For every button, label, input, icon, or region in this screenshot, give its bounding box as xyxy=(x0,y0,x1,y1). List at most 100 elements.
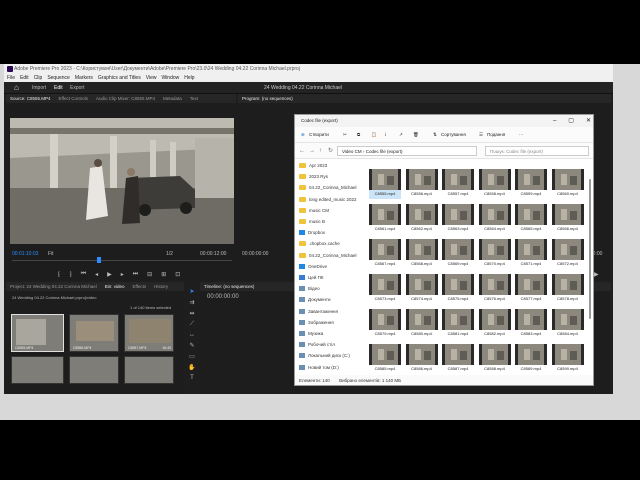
video-file-tile[interactable]: C8562.mp4 xyxy=(405,204,438,234)
overwrite-icon[interactable]: ⊞ xyxy=(161,271,166,278)
video-file-tile[interactable]: C8584.mp4 xyxy=(551,309,584,339)
tab-effect-controls[interactable]: Effect Controls xyxy=(59,94,88,103)
project-clip-thumb[interactable] xyxy=(11,356,64,384)
razor-tool-icon[interactable]: ⟋ xyxy=(190,321,194,328)
cut-icon[interactable]: ✂ xyxy=(343,132,347,138)
video-file-tile[interactable]: C8583.mp4 xyxy=(515,309,547,339)
nav-item[interactable]: music CM xyxy=(299,206,361,215)
step-forward-icon[interactable]: ▸ xyxy=(121,271,124,278)
source-quality-select[interactable]: 1/2 xyxy=(166,251,173,257)
tab-project[interactable]: Project: 24 Wedding 04.22 Corinna Michae… xyxy=(10,282,97,291)
video-file-tile[interactable]: C8590.mp4 xyxy=(551,344,584,374)
video-file-tile[interactable]: C8571.mp4 xyxy=(515,239,547,269)
video-file-tile[interactable]: C8564.mp4 xyxy=(478,204,511,234)
project-clip-thumb[interactable]: C8555.MP4 xyxy=(11,314,64,352)
nav-item[interactable]: long edited_music 2022 xyxy=(299,195,361,204)
menu-view[interactable]: View xyxy=(146,74,157,82)
ripple-edit-icon[interactable]: ⇹ xyxy=(189,310,194,317)
home-icon[interactable]: ⌂ xyxy=(14,84,22,92)
video-file-tile[interactable]: C8582.mp4 xyxy=(478,309,511,339)
new-plus-icon[interactable]: ⊕ xyxy=(301,132,305,138)
tab-timeline[interactable]: Timeline: (no sequences) xyxy=(204,282,254,291)
video-file-tile[interactable]: C8580.mp4 xyxy=(405,309,438,339)
rectangle-tool-icon[interactable]: ▭ xyxy=(189,353,195,360)
video-file-tile[interactable]: C8572.mp4 xyxy=(551,239,584,269)
menu-help[interactable]: Help xyxy=(184,74,194,82)
track-select-icon[interactable]: ⇉ xyxy=(189,299,194,306)
tab-text[interactable]: Text xyxy=(190,94,198,103)
breadcrumb-video-cm[interactable]: Video CM xyxy=(342,149,362,154)
source-time-ruler[interactable] xyxy=(12,260,232,261)
view-button[interactable]: Подання xyxy=(487,132,505,138)
video-file-tile[interactable]: C8589.mp4 xyxy=(515,344,547,374)
type-tool-icon[interactable]: T xyxy=(190,375,194,381)
share-icon[interactable]: ↗ xyxy=(399,132,403,138)
video-file-tile[interactable]: C8588.mp4 xyxy=(478,344,511,374)
video-file-tile[interactable]: C8576.mp4 xyxy=(478,274,511,304)
sort-icon[interactable]: ⇅ xyxy=(433,132,437,138)
play-icon[interactable]: ▶ xyxy=(107,271,112,278)
hand-tool-icon[interactable]: ✋ xyxy=(188,364,195,371)
nav-item[interactable]: Dropbox xyxy=(299,228,361,237)
nav-item[interactable]: 04.22_Corinna_Michael xyxy=(299,183,361,192)
tab-effects[interactable]: Effects xyxy=(132,282,146,291)
menu-window[interactable]: Window xyxy=(161,74,179,82)
search-input[interactable]: Пошук: Codec file (export) xyxy=(485,146,589,156)
mark-in-icon[interactable]: ⁅ xyxy=(58,271,60,278)
close-icon[interactable]: ✕ xyxy=(586,115,591,127)
project-clip-thumb[interactable]: C8557.MP4 16:40 xyxy=(124,314,174,352)
export-frame-icon[interactable]: ⊡ xyxy=(175,271,180,278)
back-arrow-icon[interactable]: ← xyxy=(299,148,305,154)
new-button[interactable]: Створити xyxy=(309,132,329,138)
nav-item[interactable]: Робочий стіл xyxy=(299,340,361,349)
selection-tool-icon[interactable]: ➤ xyxy=(189,288,194,295)
tab-bin-video[interactable]: Bin: video xyxy=(105,282,125,291)
video-file-tile[interactable]: C8586.mp4 xyxy=(405,344,438,374)
nav-item[interactable]: 2023 Rys xyxy=(299,172,361,181)
video-file-tile[interactable]: C8565.mp4 xyxy=(515,204,547,234)
nav-item[interactable]: Завантаження xyxy=(299,307,361,316)
menu-edit[interactable]: Edit xyxy=(20,74,29,82)
video-file-tile[interactable]: C8557.mp4 xyxy=(442,169,474,199)
file-grid-scrollbar[interactable] xyxy=(587,159,593,375)
go-to-out-icon[interactable]: ⏭ xyxy=(133,271,138,278)
video-file-tile[interactable]: C8585.mp4 xyxy=(369,344,401,374)
menu-sequence[interactable]: Sequence xyxy=(47,74,70,82)
video-file-tile[interactable]: C8578.mp4 xyxy=(551,274,584,304)
nav-item[interactable]: 04.22_Corinna_Michael xyxy=(299,251,361,260)
tab-metadata[interactable]: Metadata xyxy=(163,94,182,103)
nav-item[interactable]: Зображення xyxy=(299,318,361,327)
video-file-tile[interactable]: C8561.mp4 xyxy=(369,204,401,234)
menu-markers[interactable]: Markers xyxy=(75,74,93,82)
video-file-tile[interactable]: C8577.mp4 xyxy=(515,274,547,304)
go-to-in-icon[interactable]: ⏮ xyxy=(81,271,86,278)
source-playhead[interactable] xyxy=(97,257,101,263)
nav-item[interactable]: OneDrive xyxy=(299,262,361,271)
video-file-tile[interactable]: C8573.mp4 xyxy=(369,274,401,304)
sort-button[interactable]: Сортування xyxy=(441,132,466,138)
nav-item[interactable]: Цей ПК xyxy=(299,273,361,282)
menu-graphics[interactable]: Graphics and Titles xyxy=(98,74,141,82)
more-options-icon[interactable]: ··· xyxy=(519,132,524,138)
video-file-tile[interactable]: C8569.mp4 xyxy=(442,239,474,269)
nav-item[interactable]: Відео xyxy=(299,284,361,293)
video-file-tile[interactable]: C8575.mp4 xyxy=(442,274,474,304)
delete-icon[interactable]: 🗑 xyxy=(413,132,419,138)
insert-icon[interactable]: ⊟ xyxy=(147,271,152,278)
video-file-tile[interactable]: C8566.mp4 xyxy=(551,204,584,234)
tab-import[interactable]: Import xyxy=(32,85,46,91)
video-file-tile[interactable]: C8587.mp4 xyxy=(442,344,474,374)
view-icon[interactable]: ☰ xyxy=(479,132,483,138)
pen-tool-icon[interactable]: ✎ xyxy=(189,342,194,349)
video-file-tile[interactable]: C8558.mp4 xyxy=(478,169,511,199)
video-file-tile[interactable]: C8567.mp4 xyxy=(369,239,401,269)
tab-history[interactable]: History xyxy=(154,282,168,291)
mark-out-icon[interactable]: ⁆ xyxy=(69,271,71,278)
video-file-tile[interactable]: C8563.mp4 xyxy=(442,204,474,234)
video-file-tile[interactable]: C8555.mp4 xyxy=(369,169,401,199)
step-back-icon[interactable]: ◂ xyxy=(95,271,98,278)
minimize-icon[interactable]: – xyxy=(553,115,556,127)
nav-item[interactable]: Новий том (D:) xyxy=(299,363,361,372)
address-bar[interactable]: Video CM › Codec file (export) xyxy=(337,146,477,156)
rename-icon[interactable]: Ꭵ xyxy=(385,132,386,138)
